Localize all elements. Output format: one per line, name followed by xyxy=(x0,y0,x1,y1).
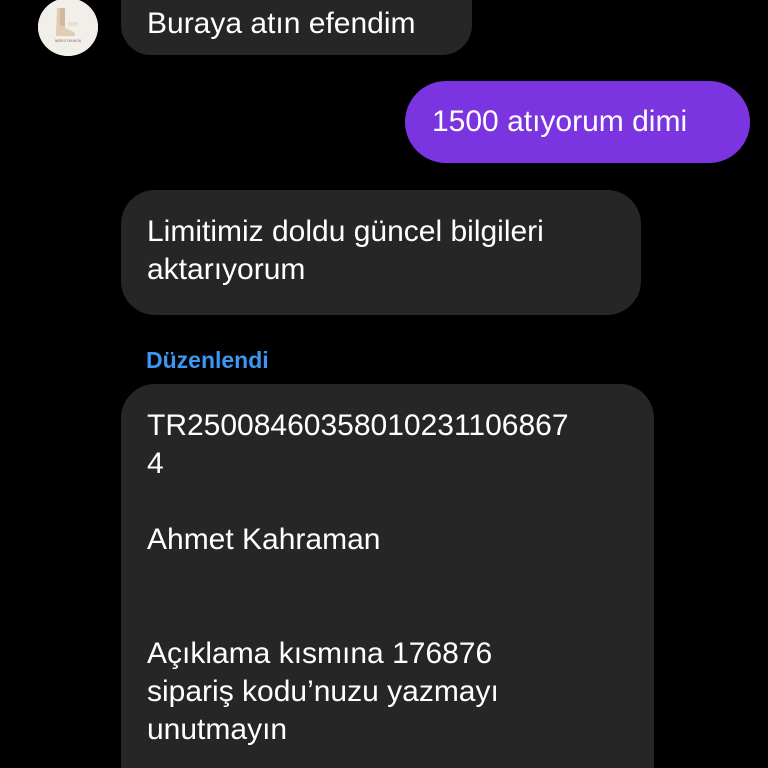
iban-text: TR25008460358010231106867 xyxy=(147,409,569,442)
chat-screen: NEREO FASHION Buraya atın efendim 1500 a… xyxy=(0,0,768,768)
recipient-name: Ahmet Kahraman xyxy=(147,523,381,556)
edited-label: Düzenlendi xyxy=(146,347,269,373)
message-text: Limitimiz doldu güncel bilgileri xyxy=(147,215,544,248)
message-text: aktarıyorum xyxy=(147,253,306,286)
iban-text-continued: 4 xyxy=(147,447,164,480)
message-bubble-outgoing[interactable]: 1500 atıyorum dimi xyxy=(405,81,750,163)
avatar[interactable]: NEREO FASHION xyxy=(38,0,98,56)
message-text: sipariş kodu’nuzu yazmayı xyxy=(147,675,499,708)
shop-logo-icon: NEREO FASHION xyxy=(38,0,98,56)
message-bubble-incoming[interactable]: Buraya atın efendim xyxy=(121,0,472,55)
message-bubble-incoming[interactable]: Limitimiz doldu güncel bilgileri aktarıy… xyxy=(121,190,641,315)
message-text: Açıklama kısmına 176876 xyxy=(147,637,493,670)
message-bubble-incoming[interactable]: TR25008460358010231106867 4 Ahmet Kahram… xyxy=(121,384,654,768)
logo-text: NEREO FASHION xyxy=(55,39,82,43)
message-text: Buraya atın efendim xyxy=(147,7,416,40)
message-text: unutmayın xyxy=(147,713,288,746)
message-text: 1500 atıyorum dimi xyxy=(432,105,688,138)
